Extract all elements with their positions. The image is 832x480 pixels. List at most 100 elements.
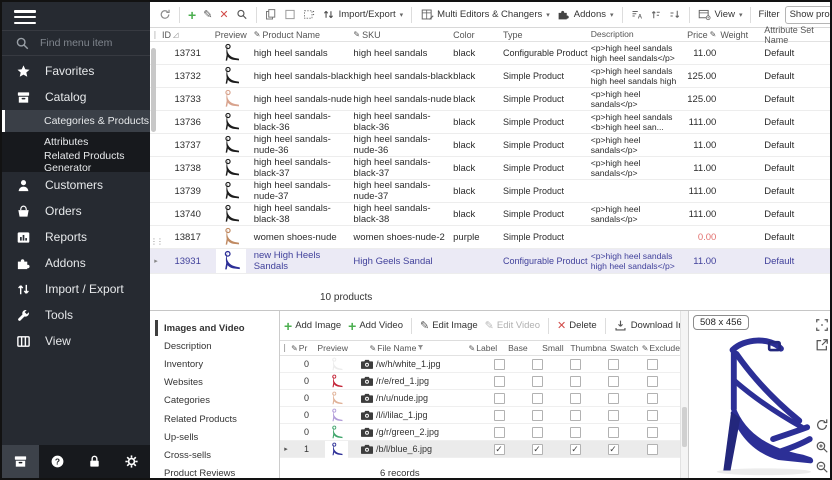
- tab-categories[interactable]: Categories: [150, 392, 279, 410]
- checkbox-thumbna[interactable]: [570, 427, 581, 438]
- checkbox-small[interactable]: ✓: [532, 444, 543, 455]
- product-row-13733[interactable]: 13733high heel sandals-nudehigh heel san…: [150, 88, 832, 111]
- checkbox-base[interactable]: [494, 410, 505, 421]
- add-product-button[interactable]: +: [187, 8, 197, 22]
- refresh-button[interactable]: [158, 8, 172, 22]
- search-products-button[interactable]: [235, 8, 249, 22]
- column-header-pr[interactable]: ✎Pr: [291, 343, 312, 353]
- checkbox-small[interactable]: [532, 410, 543, 421]
- sidebar-item-reports[interactable]: Reports: [2, 224, 150, 250]
- lock-icon[interactable]: [76, 445, 113, 478]
- sidebar-item-tools[interactable]: Tools: [2, 302, 150, 328]
- checkbox-swatch[interactable]: [608, 410, 619, 421]
- checkbox-small[interactable]: [532, 359, 543, 370]
- column-header-color[interactable]: Color: [453, 30, 503, 40]
- tab-inventory[interactable]: Inventory: [150, 355, 279, 373]
- column-header-weight[interactable]: Weight: [720, 30, 756, 40]
- column-header-file-name[interactable]: ✎File Name: [370, 343, 466, 353]
- column-header-id[interactable]: ID◿: [162, 30, 208, 40]
- column-header-label[interactable]: ✎Label: [465, 343, 500, 353]
- column-header-product-name[interactable]: ✎Product Name: [254, 30, 354, 40]
- tab-related-products[interactable]: Related Products: [150, 410, 279, 428]
- checkbox-thumbna[interactable]: [570, 410, 581, 421]
- checkbox-thumbna[interactable]: [570, 393, 581, 404]
- checkbox-swatch[interactable]: [608, 376, 619, 387]
- category-filter-select[interactable]: Show products from selected categories▾: [785, 6, 832, 24]
- checkbox-swatch[interactable]: [608, 393, 619, 404]
- sort-up-icon[interactable]: [649, 8, 663, 22]
- checkbox-base[interactable]: ✓: [494, 444, 505, 455]
- tab-websites[interactable]: Websites: [150, 374, 279, 392]
- checkbox-icon[interactable]: [283, 8, 297, 22]
- sidebar-item-import-export[interactable]: Import / Export: [2, 276, 150, 302]
- hamburger-menu-icon[interactable]: [14, 10, 36, 26]
- sidebar-item-addons[interactable]: Addons: [2, 250, 150, 276]
- column-header-swatch[interactable]: Swatch: [607, 343, 642, 353]
- product-row-13740[interactable]: 13740high heel sandals-black-38high heel…: [150, 203, 832, 226]
- image-row-lilac_1.jpg[interactable]: 0/l/i/lilac_1.jpg: [280, 407, 680, 424]
- sidebar-item-orders[interactable]: Orders: [2, 198, 150, 224]
- sidebar-item-favorites[interactable]: Favorites: [2, 58, 150, 84]
- tab-images-and-video[interactable]: Images and Video: [150, 319, 279, 337]
- product-row-13739[interactable]: 13739high heel sandals-nude-37high heel …: [150, 180, 832, 203]
- sort-down-icon[interactable]: [668, 8, 682, 22]
- edit-image-button[interactable]: ✎Edit Image: [419, 317, 479, 334]
- sidebar-item-categories-products[interactable]: Categories & Products: [2, 110, 150, 132]
- image-row-blue_6.jpg[interactable]: ▸1/b/l/blue_6.jpg✓✓✓✓: [280, 441, 680, 458]
- row-drag-handle-icon[interactable]: ⋮⋮: [150, 237, 162, 246]
- sidebar-item-customers[interactable]: Customers: [2, 172, 150, 198]
- column-header-base[interactable]: Base: [500, 343, 535, 353]
- sidebar-item-view[interactable]: View: [2, 328, 150, 354]
- column-header-preview[interactable]: Preview: [208, 30, 254, 40]
- product-row-13736[interactable]: 13736high heel sandals-black-36high heel…: [150, 111, 832, 134]
- checkbox-exclude[interactable]: [647, 376, 658, 387]
- checkbox-exclude[interactable]: [647, 444, 658, 455]
- product-row-13817[interactable]: 13817women shoes-nudewomen shoes-nude-2p…: [150, 226, 832, 249]
- checkbox-base[interactable]: [494, 359, 505, 370]
- column-header-sku[interactable]: ✎SKU: [353, 30, 453, 40]
- column-header-description[interactable]: Description: [591, 29, 683, 39]
- column-header-preview[interactable]: Preview: [312, 343, 353, 353]
- checkbox-swatch[interactable]: [608, 359, 619, 370]
- checkbox-thumbna[interactable]: [570, 359, 581, 370]
- tab-product-reviews[interactable]: Product Reviews: [150, 465, 279, 480]
- checkbox-thumbna[interactable]: [570, 376, 581, 387]
- menu-search[interactable]: Find menu item: [2, 30, 150, 56]
- edit-product-button[interactable]: ✎: [202, 6, 213, 23]
- checkbox-small[interactable]: [532, 427, 543, 438]
- checkbox-exclude[interactable]: [647, 410, 658, 421]
- product-row-13738[interactable]: 13738high heel sandals-black-37high heel…: [150, 157, 832, 180]
- image-row-white_1.jpg[interactable]: 0/w/h/white_1.jpg: [280, 356, 680, 373]
- help-icon[interactable]: ?: [39, 445, 76, 478]
- store-icon[interactable]: [2, 445, 39, 478]
- column-header-small[interactable]: Small: [535, 343, 570, 353]
- sidebar-item-attributes[interactable]: Attributes: [2, 132, 150, 152]
- checkbox-swatch[interactable]: ✓: [608, 444, 619, 455]
- product-row-13931[interactable]: ▸13931new High Heels SandalsHigh Geels S…: [150, 249, 832, 274]
- gear-icon[interactable]: [113, 445, 150, 478]
- sort-alpha-icon[interactable]: A: [630, 8, 644, 22]
- product-row-13732[interactable]: 13732high heel sandals-blackhigh heel sa…: [150, 65, 832, 88]
- import-export-menu[interactable]: Import/Export▾: [321, 6, 405, 24]
- checkbox-swatch[interactable]: [608, 427, 619, 438]
- fit-screen-icon[interactable]: [814, 317, 829, 332]
- tab-cross-sells[interactable]: Cross-sells: [150, 446, 279, 464]
- checkbox-small[interactable]: [532, 376, 543, 387]
- delete-product-button[interactable]: ✕: [218, 6, 229, 23]
- column-header-thumbna[interactable]: Thumbna: [570, 343, 606, 353]
- checkbox-base[interactable]: [494, 427, 505, 438]
- add-video-button[interactable]: +Add Video: [347, 318, 404, 333]
- checkbox-small[interactable]: [532, 393, 543, 404]
- delete-image-button[interactable]: ✕Delete: [556, 317, 598, 334]
- product-row-13731[interactable]: 13731high heel sandalshigh heel sandalsb…: [150, 42, 832, 65]
- grid-left-scrollbar[interactable]: [151, 48, 156, 132]
- image-row-nude.jpg[interactable]: 0/n/u/nude.jpg: [280, 390, 680, 407]
- column-header-exclude[interactable]: ✎Exclude: [642, 343, 680, 353]
- sidebar-item-catalog[interactable]: Catalog: [2, 84, 150, 110]
- select-cells-icon[interactable]: [302, 8, 316, 22]
- column-header-type[interactable]: Type: [503, 30, 591, 40]
- product-row-13737[interactable]: 13737high heel sandals-nude-36high heel …: [150, 134, 832, 157]
- checkbox-thumbna[interactable]: ✓: [570, 444, 581, 455]
- add-image-button[interactable]: +Add Image: [283, 318, 342, 333]
- multi-editors-menu[interactable]: Multi Editors & Changers▾: [419, 6, 551, 24]
